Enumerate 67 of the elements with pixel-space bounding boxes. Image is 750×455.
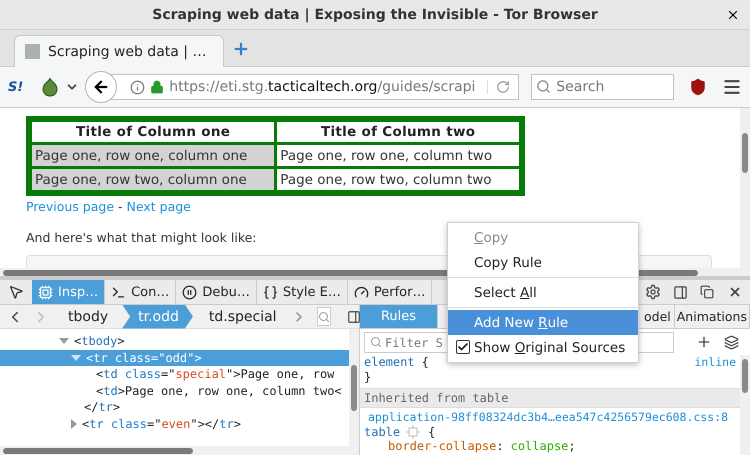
devtools-tab[interactable]: Perfor… xyxy=(348,280,432,304)
paragraph: And here's what that might look like: xyxy=(26,230,257,245)
semicolon: ; xyxy=(568,439,576,454)
brace: { xyxy=(428,424,436,439)
menu-item[interactable]: Copy Rule xyxy=(448,250,638,275)
scrollbar[interactable] xyxy=(349,329,359,446)
extension-badge[interactable]: S! xyxy=(8,80,24,94)
table-cell: Page one, row two, column one xyxy=(32,169,274,190)
table-cell: Page one, row two, column two xyxy=(277,169,519,190)
inherited-header: Inherited from table xyxy=(360,388,740,408)
colon: : xyxy=(496,439,504,454)
link-separator: - xyxy=(118,199,123,214)
search-icon xyxy=(370,336,382,348)
favicon xyxy=(25,44,40,59)
shield-icon[interactable] xyxy=(689,78,708,96)
column-header: Title of Column one xyxy=(32,122,274,142)
inspector-icon xyxy=(38,284,53,300)
brace: } xyxy=(364,370,372,384)
devtools-tab[interactable]: Debu… xyxy=(176,280,257,304)
sidebar-toggle-icon[interactable] xyxy=(346,310,361,324)
source-link[interactable]: inline xyxy=(694,355,736,370)
window-title: Scraping web data | Exposing the Invisible - Tor Browser xyxy=(152,6,598,22)
table-cell: Page one, row one, column one xyxy=(32,145,274,166)
layers-icon[interactable] xyxy=(724,334,739,350)
new-tab-button[interactable] xyxy=(232,40,250,58)
info-icon[interactable] xyxy=(130,80,146,94)
next-page-link[interactable]: Next page xyxy=(126,199,191,214)
rule-selector: table xyxy=(364,424,400,439)
console-icon xyxy=(111,284,126,300)
rule-selector: element xyxy=(364,355,415,370)
source-link[interactable]: application-98ff08324dc3b4…eea547c4256579ec608.css:8 xyxy=(368,410,728,424)
braces-icon xyxy=(262,284,278,300)
breadcrumb[interactable]: td.special xyxy=(192,304,291,328)
checkbox[interactable] xyxy=(456,340,470,354)
search-icon xyxy=(536,79,552,94)
menu-icon[interactable] xyxy=(722,77,742,97)
gauge-icon xyxy=(354,284,369,300)
markup-line[interactable]: </tr> xyxy=(0,399,349,416)
pointer-icon xyxy=(8,284,24,300)
scrollbar[interactable] xyxy=(0,446,359,455)
search-field[interactable]: Search xyxy=(531,74,674,100)
sidebar-tab[interactable]: Animations xyxy=(674,305,750,328)
pause-icon xyxy=(182,284,198,300)
brace: { xyxy=(422,355,429,370)
close-icon[interactable] xyxy=(726,8,740,22)
add-icon[interactable] xyxy=(696,334,712,350)
browser-tab[interactable]: Scraping web data | … xyxy=(14,35,224,67)
scrollbar[interactable] xyxy=(740,108,750,268)
back-button[interactable] xyxy=(85,71,118,103)
address-bar[interactable]: https://eti.stg.tacticaltech.org/guides/scrapi xyxy=(111,74,520,100)
lock-icon xyxy=(150,80,164,94)
previous-page-link[interactable]: Previous page xyxy=(26,199,114,214)
table-cell: Page one, row one, column two xyxy=(277,145,519,166)
property-name[interactable]: border-collapse xyxy=(388,439,496,454)
markup-line[interactable]: <td class="special">Page one, row xyxy=(0,366,349,382)
column-header: Title of Column two xyxy=(277,122,519,142)
devtools-tab[interactable]: Con… xyxy=(105,280,176,304)
markup-line[interactable]: <tr class="even"></tr> xyxy=(0,416,349,432)
menu-item[interactable]: Select All xyxy=(448,280,638,305)
markup-line[interactable]: <tbody> xyxy=(0,333,349,350)
devtools-tab[interactable]: Style E… xyxy=(256,280,348,304)
markup-line[interactable]: <td>Page one, row one, column two< xyxy=(0,382,349,399)
onion-icon[interactable] xyxy=(41,77,60,97)
search-button[interactable] xyxy=(316,307,331,326)
menu-item[interactable]: Show Original Sources xyxy=(448,335,638,360)
scrollbar[interactable] xyxy=(740,355,750,455)
breadcrumb[interactable]: tbody xyxy=(52,304,122,328)
